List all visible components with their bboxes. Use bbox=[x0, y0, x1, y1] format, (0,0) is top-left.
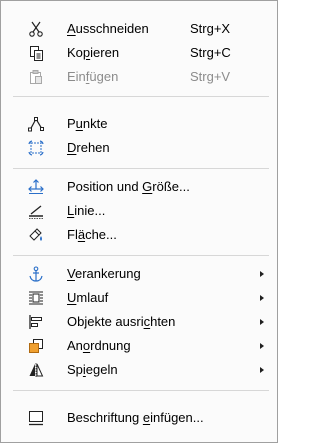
menu-item-cut[interactable]: Ausschneiden Strg+X bbox=[1, 17, 277, 41]
anchor-icon bbox=[28, 266, 44, 282]
menu-separator bbox=[13, 96, 269, 97]
submenu-arrow-icon bbox=[260, 343, 264, 349]
menu-item-paste: Einfügen Strg+V bbox=[1, 65, 277, 89]
menu-item-rotate[interactable]: Drehen bbox=[1, 136, 277, 160]
menu-item-label: Verankerung bbox=[67, 266, 141, 281]
line-icon bbox=[28, 203, 44, 219]
scissors-icon bbox=[28, 21, 44, 37]
menu-item-label: Punkte bbox=[67, 116, 108, 131]
menu-item-label: Fläche... bbox=[67, 227, 117, 242]
menu-item-wrap[interactable]: Umlauf bbox=[1, 286, 277, 310]
shortcut-label: Strg+X bbox=[190, 21, 231, 36]
shortcut-label: Strg+V bbox=[190, 69, 231, 84]
area-icon bbox=[28, 227, 44, 243]
submenu-arrow-icon bbox=[260, 271, 264, 277]
rotate-icon bbox=[28, 140, 44, 156]
submenu-arrow-icon bbox=[260, 295, 264, 301]
paste-icon bbox=[28, 69, 44, 85]
copy-icon bbox=[28, 45, 44, 61]
menu-item-label: Ausschneiden bbox=[67, 21, 149, 36]
menu-separator bbox=[13, 255, 269, 256]
menu-item-label: Beschriftung einfügen... bbox=[67, 410, 204, 425]
menu-item-points[interactable]: Punkte bbox=[1, 112, 277, 136]
shortcut-label: Strg+C bbox=[190, 45, 231, 60]
menu-item-label: Linie... bbox=[67, 203, 106, 218]
menu-item-label: Objekte ausrichten bbox=[67, 314, 176, 329]
menu-item-line[interactable]: Linie... bbox=[1, 199, 277, 223]
menu-item-label: Drehen bbox=[67, 140, 110, 155]
menu-item-arrange[interactable]: Anordnung bbox=[1, 334, 277, 358]
menu-separator bbox=[13, 390, 269, 391]
menu-item-label: Kopieren bbox=[67, 45, 120, 60]
wrap-icon bbox=[28, 290, 44, 306]
submenu-arrow-icon bbox=[260, 367, 264, 373]
mirror-icon bbox=[28, 362, 44, 378]
menu-item-insert-caption[interactable]: Beschriftung einfügen... bbox=[1, 406, 277, 430]
menu-item-label: Spiegeln bbox=[67, 362, 118, 377]
menu-item-label: Position und Größe... bbox=[67, 179, 190, 194]
menu-item-anchor[interactable]: Verankerung bbox=[1, 262, 277, 286]
position-size-icon bbox=[28, 179, 44, 195]
context-menu: Ausschneiden Strg+X Kopieren Strg+C Einf… bbox=[0, 0, 278, 443]
align-objects-icon bbox=[28, 314, 44, 330]
submenu-arrow-icon bbox=[260, 319, 264, 325]
points-icon bbox=[28, 116, 44, 132]
menu-item-label: Umlauf bbox=[67, 290, 109, 305]
menu-separator bbox=[13, 168, 269, 169]
menu-item-mirror[interactable]: Spiegeln bbox=[1, 358, 277, 382]
menu-item-label: Einfügen bbox=[67, 69, 119, 84]
arrange-icon bbox=[28, 338, 44, 354]
menu-item-area[interactable]: Fläche... bbox=[1, 223, 277, 247]
insert-caption-icon bbox=[28, 410, 44, 426]
menu-item-position-size[interactable]: Position und Größe... bbox=[1, 175, 277, 199]
menu-item-label: Anordnung bbox=[67, 338, 131, 353]
menu-item-align-objects[interactable]: Objekte ausrichten bbox=[1, 310, 277, 334]
menu-item-copy[interactable]: Kopieren Strg+C bbox=[1, 41, 277, 65]
